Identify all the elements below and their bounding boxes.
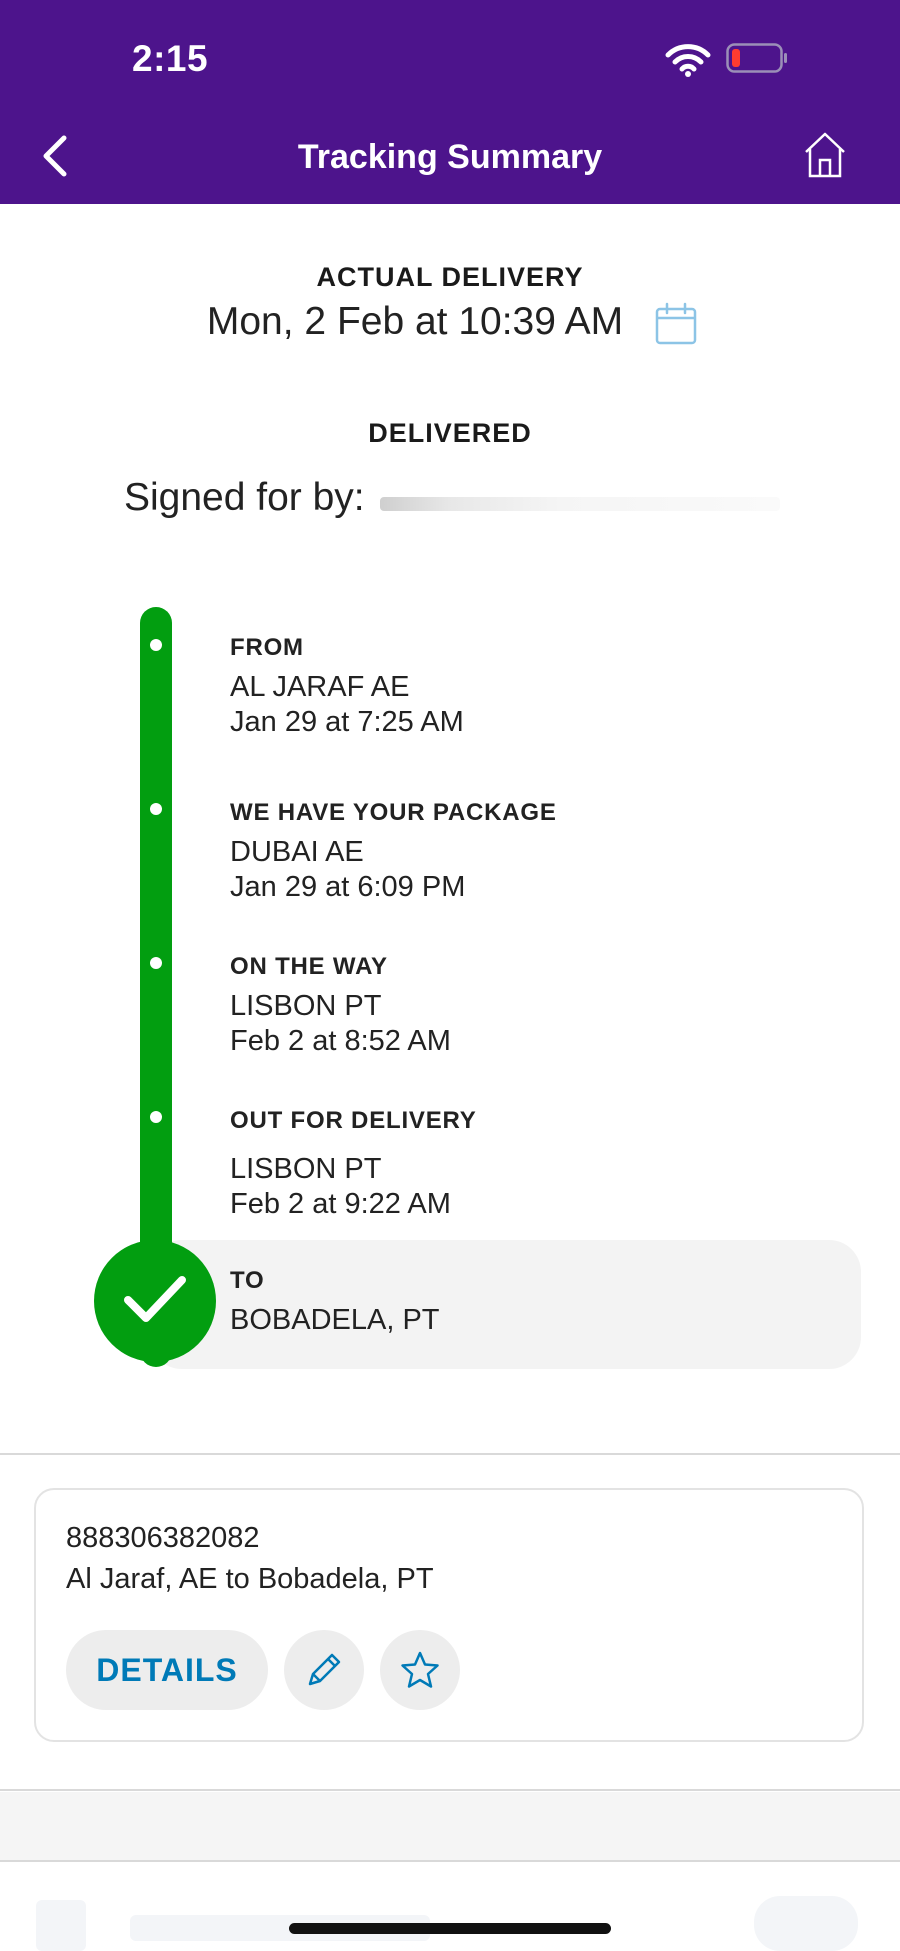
section-divider bbox=[0, 1453, 900, 1455]
wifi-icon bbox=[665, 44, 711, 77]
timeline-dot bbox=[150, 1111, 162, 1123]
home-indicator[interactable] bbox=[289, 1923, 611, 1934]
timeline-step-location: LISBON PT bbox=[230, 990, 382, 1022]
home-icon[interactable] bbox=[802, 130, 848, 180]
timeline-step-title: OUT FOR DELIVERY bbox=[230, 1107, 477, 1134]
section-divider bbox=[0, 1789, 900, 1791]
timeline-step-title: TO bbox=[230, 1267, 265, 1294]
timeline-step-location: LISBON PT bbox=[230, 1153, 382, 1185]
timeline-step-location: BOBADELA, PT bbox=[230, 1304, 440, 1336]
watch-button[interactable] bbox=[380, 1630, 460, 1710]
redacted-signature bbox=[380, 497, 780, 511]
details-button[interactable]: DETAILS bbox=[66, 1630, 268, 1710]
timeline-dot bbox=[150, 803, 162, 815]
signed-for-label: Signed for by: bbox=[124, 476, 365, 519]
timeline-step-title: FROM bbox=[230, 634, 304, 661]
check-icon bbox=[124, 1276, 186, 1322]
tracking-number: 888306382082 bbox=[66, 1522, 260, 1554]
star-icon bbox=[401, 1651, 439, 1688]
timeline-step-time: Feb 2 at 9:22 AM bbox=[230, 1188, 451, 1220]
timeline-step-location: AL JARAF AE bbox=[230, 671, 410, 703]
calendar-icon[interactable] bbox=[654, 302, 698, 346]
battery-icon bbox=[726, 43, 787, 73]
timeline-dot bbox=[150, 639, 162, 651]
app-header: 2:15 Tracking Summary bbox=[0, 0, 900, 204]
timeline-step-location: DUBAI AE bbox=[230, 836, 364, 868]
timeline-step-time: Feb 2 at 8:52 AM bbox=[230, 1025, 451, 1057]
delivery-status: DELIVERED bbox=[368, 418, 532, 448]
shipment-route: Al Jaraf, AE to Bobadela, PT bbox=[66, 1563, 434, 1595]
actual-delivery-date: Mon, 2 Feb at 10:39 AM bbox=[206, 300, 624, 343]
timeline-dot bbox=[150, 957, 162, 969]
pencil-icon bbox=[308, 1653, 341, 1686]
timeline-step-title: WE HAVE YOUR PACKAGE bbox=[230, 799, 557, 826]
status-time: 2:15 bbox=[132, 38, 209, 79]
page-title: Tracking Summary bbox=[297, 138, 603, 176]
preview-placeholder bbox=[36, 1900, 86, 1951]
preview-placeholder bbox=[754, 1896, 858, 1951]
list-spacer bbox=[0, 1792, 900, 1860]
timeline-step-time: Jan 29 at 6:09 PM bbox=[230, 871, 466, 903]
delivered-check-badge bbox=[94, 1240, 216, 1362]
actual-delivery-label: ACTUAL DELIVERY bbox=[316, 262, 584, 292]
timeline-step-title: ON THE WAY bbox=[230, 953, 388, 980]
timeline-step-time: Jan 29 at 7:25 AM bbox=[230, 706, 464, 738]
edit-button[interactable] bbox=[284, 1630, 364, 1710]
